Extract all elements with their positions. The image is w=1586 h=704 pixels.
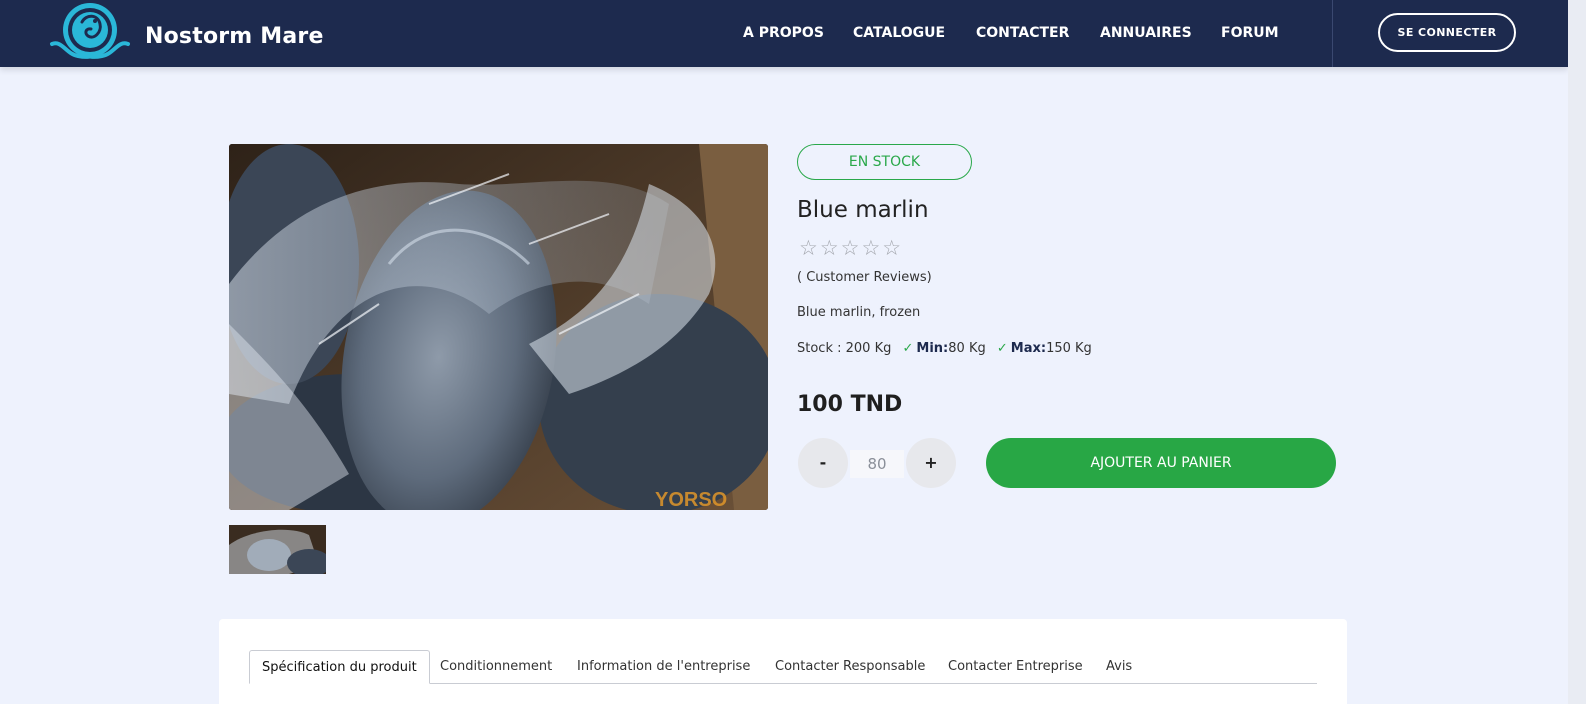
login-button[interactable]: SE CONNECTER	[1378, 13, 1516, 52]
stock-amount: Stock : 200 Kg	[797, 341, 892, 356]
max-value: 150 Kg	[1046, 341, 1092, 356]
product-main-image[interactable]: YORSO	[229, 144, 768, 510]
tab-conditionnement[interactable]: Conditionnement	[440, 659, 552, 674]
frozen-fish-thumbnail	[229, 525, 326, 574]
add-to-cart-button[interactable]: AJOUTER AU PANIER	[986, 438, 1336, 488]
nav-item-catalogue[interactable]: CATALOGUE	[853, 25, 945, 41]
tab-information-entreprise[interactable]: Information de l'entreprise	[577, 659, 750, 674]
star-rating[interactable]: ☆☆☆☆☆	[799, 236, 903, 260]
nav-item-forum[interactable]: FORUM	[1221, 25, 1279, 41]
nav-item-a-propos[interactable]: A PROPOS	[743, 25, 824, 41]
nav-item-annuaires[interactable]: ANNUAIRES	[1100, 25, 1192, 41]
tab-contacter-entreprise[interactable]: Contacter Entreprise	[948, 659, 1083, 674]
product-title: Blue marlin	[797, 197, 929, 223]
customer-reviews-link[interactable]: ( Customer Reviews)	[797, 270, 932, 285]
quantity-input[interactable]	[850, 450, 904, 478]
nav-item-contacter[interactable]: CONTACTER	[976, 25, 1069, 41]
product-price: 100 TND	[797, 392, 903, 417]
check-icon: ✓	[996, 341, 1008, 356]
stock-info: Stock : 200 Kg ✓ Min:80 Kg ✓ Max:150 Kg	[797, 341, 1092, 356]
top-navbar: Nostorm Mare A PROPOS CATALOGUE CONTACTE…	[0, 0, 1568, 67]
frozen-fish-photo: YORSO	[229, 144, 768, 510]
header-divider	[1332, 0, 1333, 67]
product-thumbnail[interactable]	[229, 525, 326, 574]
min-label: Min:	[916, 341, 949, 356]
fish-wave-logo-icon[interactable]	[48, 0, 132, 64]
max-label: Max:	[1010, 341, 1047, 356]
quantity-increase-button[interactable]: +	[906, 438, 956, 488]
tab-contacter-responsable[interactable]: Contacter Responsable	[775, 659, 925, 674]
product-description: Blue marlin, frozen	[797, 305, 921, 320]
tab-specification[interactable]: Spécification du produit	[249, 650, 430, 684]
tab-avis[interactable]: Avis	[1106, 659, 1132, 674]
stock-status-badge: EN STOCK	[797, 144, 972, 180]
quantity-decrease-button[interactable]: -	[798, 438, 848, 488]
yorso-watermark: YORSO	[655, 489, 727, 510]
min-value: 80 Kg	[948, 341, 986, 356]
brand-name[interactable]: Nostorm Mare	[145, 24, 324, 49]
page-scrollbar[interactable]	[1568, 0, 1586, 704]
check-icon: ✓	[902, 341, 914, 356]
